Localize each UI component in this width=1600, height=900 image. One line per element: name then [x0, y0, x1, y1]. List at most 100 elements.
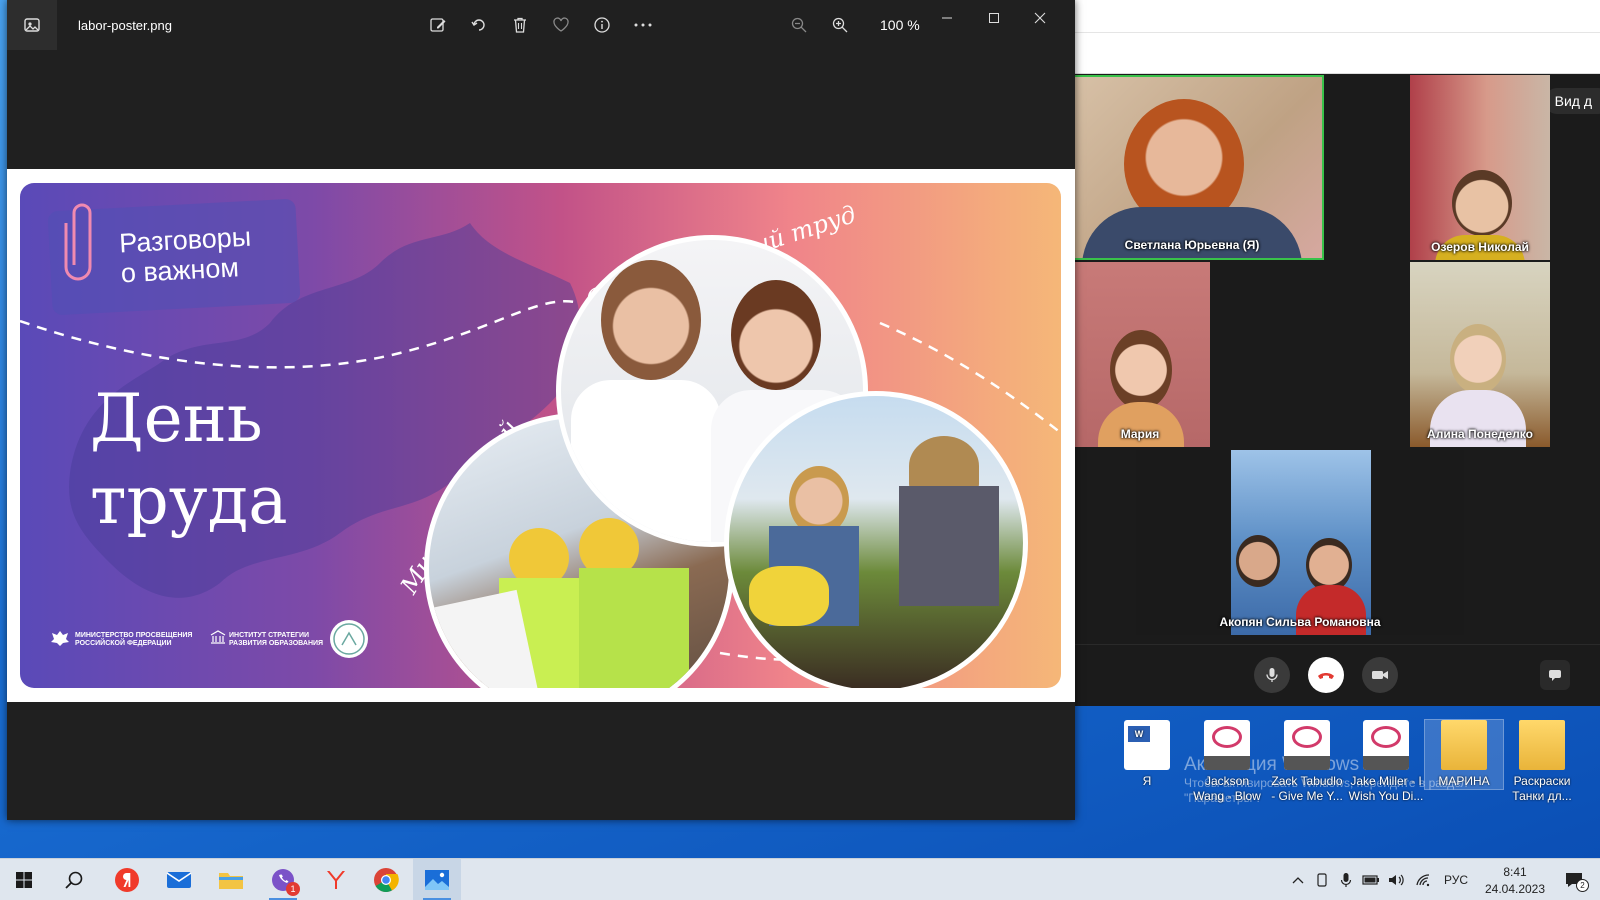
file-info-button[interactable] — [591, 14, 613, 36]
zoom-level[interactable]: 100 % — [880, 17, 920, 33]
wifi-icon — [1416, 874, 1430, 887]
photo-gardeners — [724, 391, 1028, 688]
close-icon — [1034, 12, 1046, 24]
video-tile[interactable]: Мария — [1070, 262, 1210, 447]
taskbar-photos[interactable] — [413, 859, 461, 900]
battery-icon — [1362, 875, 1379, 885]
minimize-button[interactable] — [932, 8, 962, 28]
taskbar-chrome[interactable] — [362, 859, 410, 900]
tray-network[interactable] — [1412, 859, 1434, 900]
show-hidden-icons[interactable] — [1288, 859, 1308, 900]
more-icon — [634, 23, 652, 27]
word-document-icon: W — [1124, 720, 1170, 770]
zoom-top-strip — [1060, 0, 1600, 74]
taskbar-file-explorer[interactable] — [207, 859, 255, 900]
taskbar-viber[interactable]: 1 — [259, 859, 307, 900]
rotate-button[interactable] — [468, 14, 490, 36]
microphone-icon — [1340, 873, 1352, 887]
speaker-icon — [1389, 874, 1404, 886]
desktop-icon[interactable]: Раскраски Танки дл... — [1503, 720, 1581, 804]
microphone-icon — [1266, 668, 1278, 682]
photos-viewer-window: labor-poster.png 100 % Разговоры о важно… — [7, 0, 1075, 820]
chat-button[interactable] — [1540, 660, 1570, 690]
folder-icon — [1441, 720, 1487, 770]
rotate-icon — [471, 19, 485, 31]
start-button[interactable] — [0, 859, 48, 900]
input-language[interactable]: РУС — [1440, 859, 1472, 900]
tray-microphone[interactable] — [1336, 859, 1356, 900]
tray-volume[interactable] — [1386, 859, 1408, 900]
participant-name: Мария — [1120, 427, 1160, 441]
round-seal-icon — [330, 620, 368, 658]
institute-logo: ИНСТИТУТ СТРАТЕГИИ РАЗВИТИЯ ОБРАЗОВАНИЯ — [229, 632, 324, 647]
yandex-browser-icon — [327, 871, 345, 889]
ministry-logo: МИНИСТЕРСТВО ПРОСВЕЩЕНИЯ РОССИЙСКОЙ ФЕДЕ… — [75, 632, 193, 647]
folder-icon — [219, 873, 243, 889]
poster-image: Разговоры о важном День труда Созидатель… — [20, 183, 1061, 688]
photos-icon — [425, 870, 449, 890]
info-icon — [594, 17, 610, 33]
notification-count: 2 — [1576, 879, 1589, 892]
participant-name: Озеров Николай — [1431, 240, 1529, 254]
zoom-in-icon — [832, 17, 848, 33]
delete-button[interactable] — [509, 14, 531, 36]
institute-logo-icon — [210, 630, 226, 644]
tray-battery[interactable] — [1360, 859, 1382, 900]
folder-icon — [1519, 720, 1565, 770]
zoom-in-button[interactable] — [829, 14, 851, 36]
heart-icon — [553, 17, 569, 32]
taskbar-yandex[interactable] — [103, 859, 151, 900]
poster-title: День труда — [90, 380, 288, 539]
image-canvas[interactable]: Разговоры о важном День труда Созидатель… — [7, 169, 1075, 702]
minimize-icon — [942, 17, 952, 19]
windows-taskbar: 1 РУС 8:41 24.04.2023 2 — [0, 858, 1600, 900]
taskbar-mail[interactable] — [155, 859, 203, 900]
favorite-button[interactable] — [550, 14, 572, 36]
participant-name: Акопян Сильва Романовна — [1219, 615, 1381, 629]
emblem-icon — [51, 631, 69, 646]
series-title: Разговоры о важном — [118, 221, 252, 289]
close-button[interactable] — [1025, 8, 1055, 28]
leave-call-button[interactable] — [1308, 657, 1344, 693]
desktop-icon[interactable]: Jake Miller - I Wish You Di... — [1347, 720, 1425, 804]
microphone-button[interactable] — [1254, 657, 1290, 693]
video-tile[interactable]: Алина Понеделко — [1410, 262, 1550, 447]
yandex-icon — [115, 868, 139, 892]
hang-up-icon — [1318, 673, 1334, 679]
participant-name: Алина Понеделко — [1427, 427, 1533, 441]
clock[interactable]: 8:41 24.04.2023 — [1480, 864, 1550, 898]
device-icon — [1317, 873, 1327, 887]
photos-app-icon — [7, 0, 57, 50]
zoom-meeting-window: Вид д Светлана Юрьевна (Я) Озеров Никола… — [1060, 0, 1600, 706]
video-tile[interactable]: Озеров Николай — [1410, 75, 1550, 260]
camera-icon — [1372, 671, 1388, 679]
desktop-icon[interactable]: W Я — [1108, 720, 1186, 789]
notification-center-button[interactable]: 2 — [1556, 859, 1592, 900]
edit-image-button[interactable] — [427, 14, 449, 36]
tray-device-icon[interactable] — [1312, 859, 1332, 900]
video-tile[interactable]: Акопян Сильва Романовна — [1136, 450, 1464, 635]
trash-icon — [514, 17, 526, 33]
desktop-icon[interactable]: МАРИНА — [1424, 719, 1504, 790]
zoom-out-icon — [791, 17, 807, 33]
zoom-out-button[interactable] — [788, 14, 810, 36]
paperclip-icon — [64, 203, 92, 281]
zoom-controls-bar — [1060, 644, 1600, 706]
music-file-icon — [1204, 720, 1250, 770]
music-file-icon — [1284, 720, 1330, 770]
desktop-icon[interactable]: Zack Tabudlo - Give Me Y... — [1268, 720, 1346, 804]
search-icon — [65, 871, 83, 889]
camera-button[interactable] — [1362, 657, 1398, 693]
maximize-icon — [989, 13, 999, 23]
chevron-up-icon — [1292, 877, 1304, 884]
video-tile[interactable]: Светлана Юрьевна (Я) — [1060, 75, 1324, 260]
search-button[interactable] — [50, 859, 98, 900]
participant-name: Светлана Юрьевна (Я) — [1124, 238, 1260, 252]
view-button[interactable]: Вид д — [1544, 88, 1600, 114]
mail-icon — [166, 872, 192, 888]
maximize-button[interactable] — [979, 8, 1009, 28]
windows-logo-icon — [16, 872, 32, 888]
taskbar-yandex-browser[interactable] — [311, 859, 359, 900]
more-options-button[interactable] — [632, 14, 654, 36]
desktop-icon[interactable]: Jackson Wang - Blow — [1188, 720, 1266, 804]
